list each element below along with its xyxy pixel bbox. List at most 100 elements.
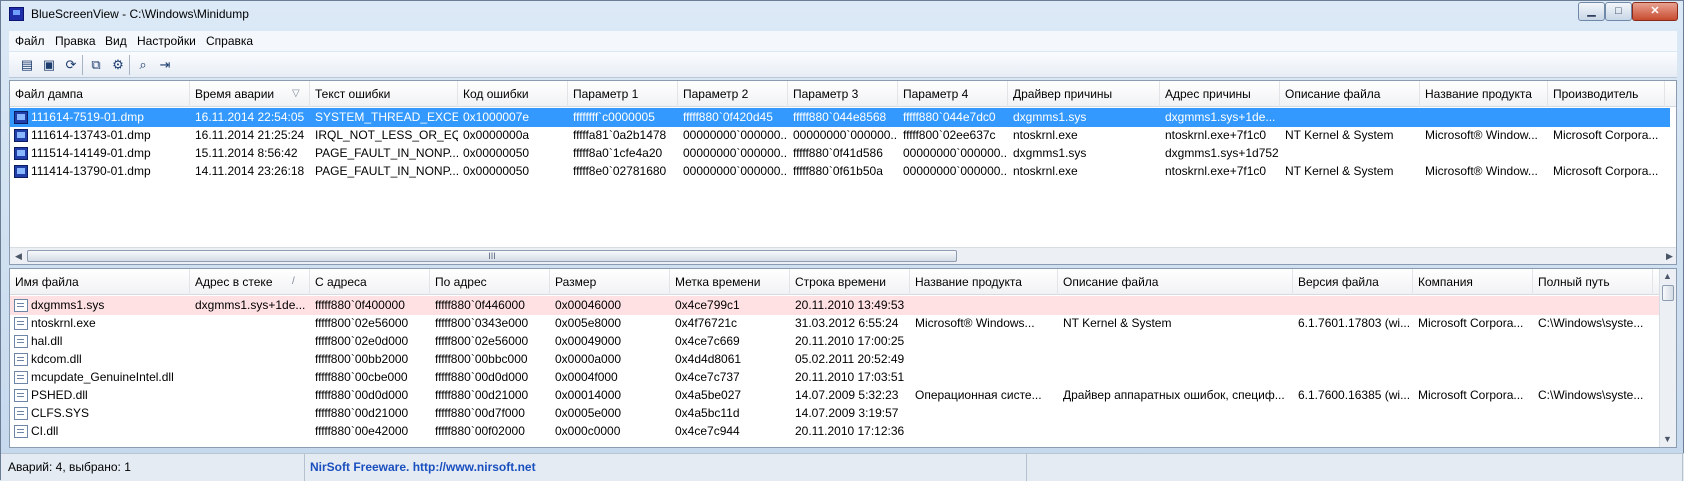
menu-view[interactable]: Вид <box>105 34 127 48</box>
crash-cell: ntoskrnl.exe <box>1013 164 1078 178</box>
driver-cell: hal.dll <box>31 334 63 348</box>
options-icon[interactable]: ⚙ <box>109 56 127 73</box>
crash-list[interactable]: Файл дампа Время аварии Текст ошибки Код ош… <box>9 80 1677 265</box>
driver-cell: dxgmms1.sys <box>31 298 105 312</box>
driver-list[interactable]: Имя файла Адрес в стеке С адреса По адрес Ра… <box>9 268 1677 448</box>
crash-row[interactable]: 111614-7519-01.dmp 16.11.2014 22:54:05 SYS… <box>10 108 1670 127</box>
menu-options[interactable]: Настройки <box>137 34 196 48</box>
driver-cell: 0x00046000 <box>555 298 622 312</box>
crash-column-header[interactable]: Параметр 1 <box>568 81 678 107</box>
crash-column-header[interactable]: Описание файла <box>1280 81 1420 107</box>
driver-column-header[interactable]: По адрес <box>430 269 550 295</box>
vertical-scrollbar[interactable]: ▲ ▼ <box>1659 269 1676 447</box>
driver-column-header[interactable]: Полный путь <box>1533 269 1653 295</box>
scrollbar-thumb[interactable] <box>1662 285 1674 301</box>
driver-cell <box>1533 404 1653 423</box>
crash-cell: NT Kernel & System <box>1285 128 1394 142</box>
driver-column-header[interactable]: Размер <box>550 269 670 295</box>
driver-column-header[interactable]: Имя файла <box>10 269 190 295</box>
menu-bar: Файл Правка Вид Настройки Справка <box>9 31 1677 51</box>
crash-cell: 00000000`000000... <box>683 146 788 160</box>
driver-cell <box>910 296 1058 315</box>
title-bar[interactable]: BlueScreenView - C:\Windows\Minidump ▁ □… <box>1 1 1683 29</box>
scroll-up-icon[interactable]: ▲ <box>1660 269 1675 283</box>
scrollbar-thumb[interactable]: III <box>27 250 957 262</box>
crash-cell: PAGE_FAULT_IN_NONP... <box>315 164 458 178</box>
driver-column-header[interactable]: Компания <box>1413 269 1533 295</box>
driver-row[interactable]: hal.dll fffff800`02e0d000 fffff800`02e5600… <box>10 332 1670 351</box>
driver-column-header[interactable]: Версия файла <box>1293 269 1413 295</box>
scroll-left-icon[interactable]: ◀ <box>11 249 26 263</box>
crash-column-header[interactable]: Драйвер причины <box>1008 81 1160 107</box>
driver-column-header[interactable]: С адреса <box>310 269 430 295</box>
menu-file[interactable]: Файл <box>15 34 45 48</box>
driver-cell: fffff880`0f446000 <box>435 298 525 312</box>
crash-column-header[interactable]: Параметр 2 <box>678 81 788 107</box>
driver-cell <box>1058 296 1293 315</box>
exit-icon[interactable]: ⇥ <box>156 56 174 73</box>
crash-cell <box>1280 108 1420 127</box>
properties-icon[interactable]: ▤ <box>18 56 36 73</box>
copy-icon[interactable]: ⧉ <box>87 56 105 73</box>
crash-cell: 00000000`000000... <box>903 164 1008 178</box>
scroll-down-icon[interactable]: ▼ <box>1660 432 1675 446</box>
crash-column-header[interactable]: Название продукта <box>1420 81 1548 107</box>
driver-cell <box>1293 296 1413 315</box>
driver-cell <box>1293 350 1413 369</box>
driver-cell: fffff800`00bb2000 <box>315 352 409 366</box>
driver-cell: kdcom.dll <box>31 352 82 366</box>
crash-cell: NT Kernel & System <box>1285 164 1394 178</box>
find-icon[interactable]: ⌕ <box>134 56 152 73</box>
maximize-button[interactable]: □ <box>1605 2 1632 21</box>
driver-row[interactable]: dxgmms1.sys dxgmms1.sys+1de... fffff880`0f… <box>10 296 1670 315</box>
driver-column-header[interactable]: Метка времени <box>670 269 790 295</box>
crash-column-header[interactable]: Текст ошибки <box>310 81 458 107</box>
driver-cell: 0x4f76721c <box>675 316 738 330</box>
driver-cell <box>190 368 310 387</box>
driver-cell: 0x0005e000 <box>555 406 622 420</box>
crash-row[interactable]: 111414-13790-01.dmp 14.11.2014 23:26:18 PA… <box>10 162 1670 181</box>
driver-row[interactable]: mcupdate_GenuineIntel.dll fffff880`00cbe0… <box>10 368 1670 387</box>
nirsoft-link[interactable]: NirSoft Freeware. http://www.nirsoft.net <box>305 454 1027 481</box>
driver-column-header[interactable]: Название продукта <box>910 269 1058 295</box>
crash-column-header[interactable]: Файл дампа <box>10 81 190 107</box>
driver-cell: C:\Windows\syste... <box>1538 388 1644 402</box>
driver-row[interactable]: CLFS.SYS fffff880`00d21000 fffff880`00d7f0… <box>10 404 1670 423</box>
crash-column-header[interactable]: Адрес причины <box>1160 81 1280 107</box>
driver-cell: CI.dll <box>31 424 59 438</box>
driver-row[interactable]: kdcom.dll fffff800`00bb2000 fffff800`00bbc… <box>10 350 1670 369</box>
crash-cell: 00000000`000000... <box>793 128 898 142</box>
horizontal-scrollbar[interactable]: ◀ III ▶ <box>10 247 1676 264</box>
menu-help[interactable]: Справка <box>206 34 253 48</box>
driver-row[interactable]: PSHED.dll fffff880`00d0d000 fffff880`00d21… <box>10 386 1670 405</box>
crash-column-header[interactable]: Параметр 3 <box>788 81 898 107</box>
driver-row[interactable]: ntoskrnl.exe fffff800`02e56000 fffff800`03… <box>10 314 1670 333</box>
crash-column-header[interactable]: Параметр 4 <box>898 81 1008 107</box>
close-button[interactable]: ✕ <box>1632 2 1678 21</box>
refresh-icon[interactable]: ⟳ <box>62 56 80 73</box>
driver-cell: Microsoft® Windows... <box>915 316 1035 330</box>
driver-column-header[interactable]: Строка времени <box>790 269 910 295</box>
minimize-button[interactable]: ▁ <box>1578 2 1605 21</box>
driver-column-header[interactable]: Описание файла <box>1058 269 1293 295</box>
crash-column-header[interactable]: Код ошибки <box>458 81 568 107</box>
toolbar-separator <box>129 55 130 75</box>
save-icon[interactable]: ▣ <box>40 56 58 73</box>
crash-cell: 14.11.2014 23:26:18 <box>195 164 305 178</box>
driver-cell: PSHED.dll <box>31 388 88 402</box>
driver-cell: 6.1.7600.16385 (wi... <box>1298 388 1411 402</box>
crash-column-header[interactable]: Производитель <box>1548 81 1665 107</box>
crash-row[interactable]: 111614-13743-01.dmp 16.11.2014 21:25:24 IR… <box>10 126 1670 145</box>
crash-cell: fffff800`02ee637c <box>903 128 996 142</box>
toolbar-separator <box>82 55 83 75</box>
crash-row[interactable]: 111514-14149-01.dmp 15.11.2014 8:56:42 PAG… <box>10 144 1670 163</box>
crash-cell <box>1420 144 1548 163</box>
driver-row[interactable]: CI.dll fffff880`00e42000 fffff880`00f02000… <box>10 422 1670 441</box>
scroll-right-icon[interactable]: ▶ <box>1662 249 1676 263</box>
menu-edit[interactable]: Правка <box>55 34 96 48</box>
driver-list-header: Имя файла Адрес в стеке С адреса По адрес Ра… <box>10 269 1676 295</box>
driver-cell <box>190 332 310 351</box>
crash-cell: fffff880`044e8568 <box>793 110 887 124</box>
driver-cell: 0x4d4d8061 <box>675 352 742 366</box>
crash-cell: Microsoft Corpora... <box>1553 164 1659 178</box>
